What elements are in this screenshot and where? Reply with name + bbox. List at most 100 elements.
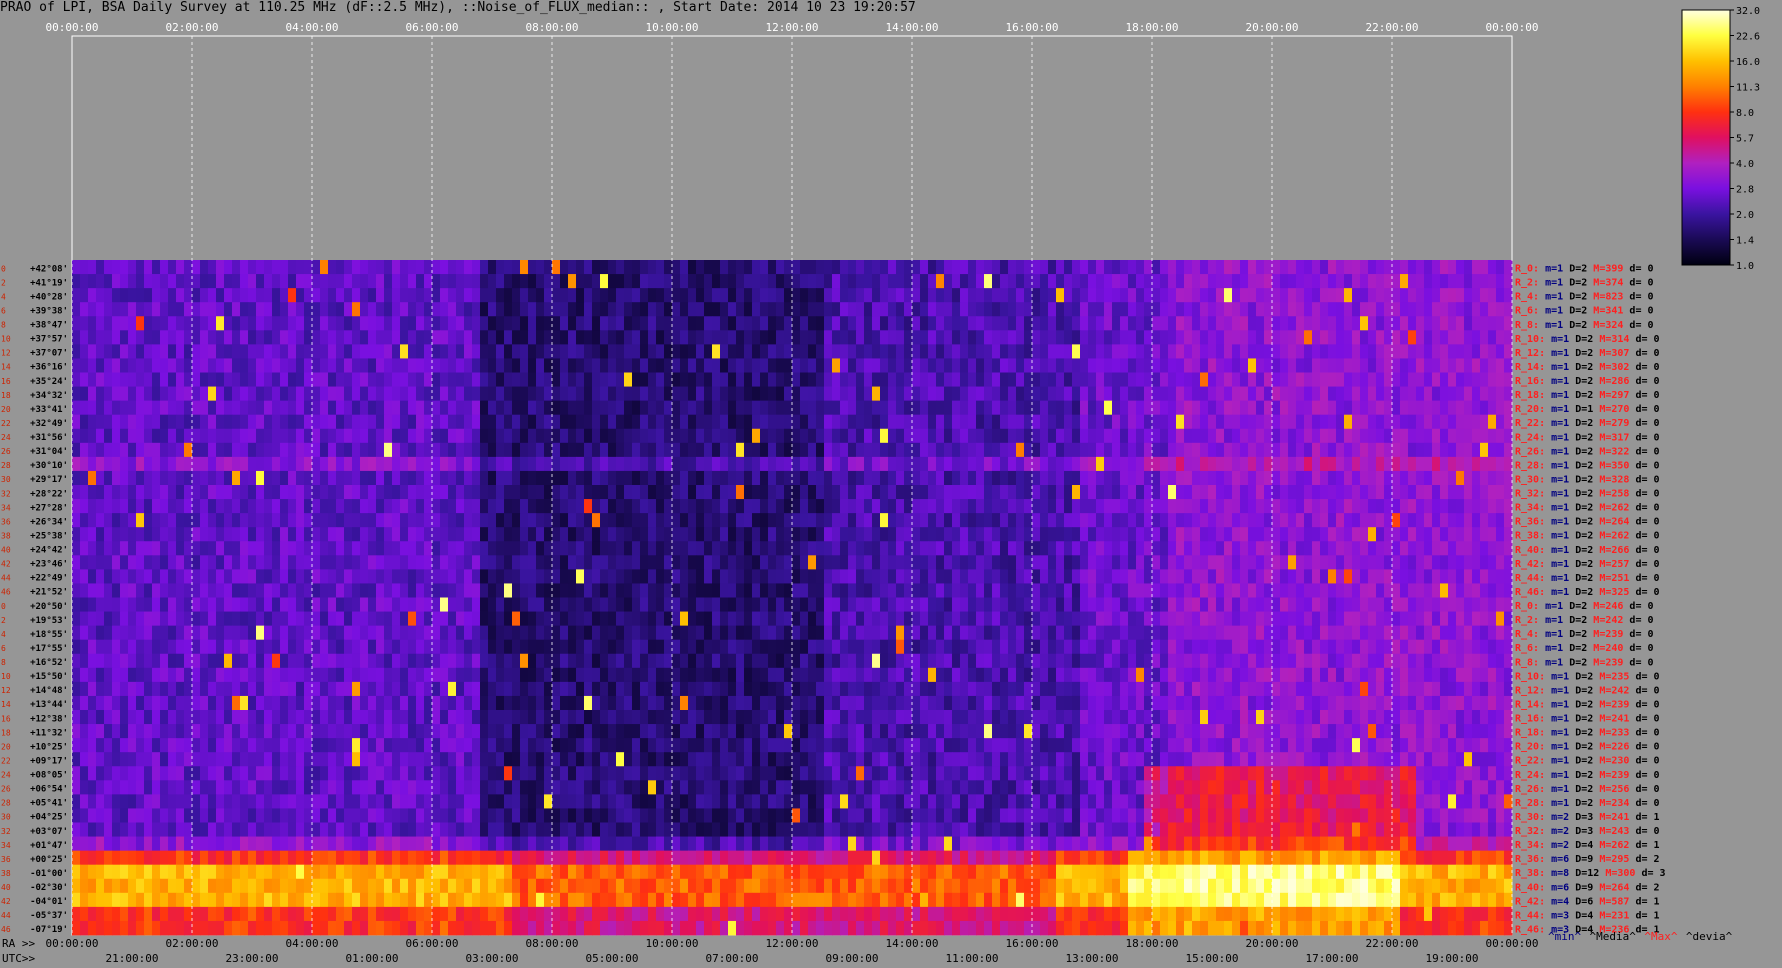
heatmap-cell xyxy=(536,541,545,556)
heatmap-cell xyxy=(1432,611,1441,627)
heatmap-cell xyxy=(1216,513,1225,528)
heatmap-cell xyxy=(1144,358,1153,373)
heatmap-cell xyxy=(736,330,745,345)
heatmap-cell xyxy=(1384,414,1393,430)
heatmap-cell xyxy=(88,428,97,444)
heatmap-cell xyxy=(224,372,233,387)
heatmap-cell xyxy=(1432,513,1441,528)
heatmap-cell xyxy=(184,470,193,486)
heatmap-cell xyxy=(144,428,153,444)
heatmap-cell xyxy=(1304,555,1313,570)
heatmap-cell xyxy=(784,583,793,598)
heatmap-cell xyxy=(648,274,657,289)
heatmap-cell xyxy=(184,302,193,317)
heatmap-cell xyxy=(704,316,713,331)
heatmap-cell xyxy=(1200,597,1209,612)
heatmap-cell xyxy=(584,386,593,402)
heatmap-cell xyxy=(184,260,193,275)
heatmap-cell xyxy=(1248,569,1257,584)
heatmap-cell xyxy=(840,555,849,570)
heatmap-cell xyxy=(1248,541,1257,556)
heatmap-cell xyxy=(864,611,873,627)
heatmap-cell xyxy=(1216,288,1225,303)
heatmap-cell xyxy=(1392,400,1401,416)
heatmap-cell xyxy=(1456,569,1465,584)
heatmap-cell xyxy=(632,470,641,486)
heatmap-cell xyxy=(1240,400,1249,416)
heatmap-cell xyxy=(728,316,737,331)
heatmap-cell xyxy=(1120,442,1129,458)
heatmap-cell xyxy=(168,470,177,486)
heatmap-cell xyxy=(312,288,321,303)
heatmap-cell xyxy=(944,442,953,458)
heatmap-cell xyxy=(920,358,929,373)
heatmap-cell xyxy=(1320,499,1329,514)
heatmap-cell xyxy=(1128,442,1137,458)
heatmap-cell xyxy=(1280,302,1289,317)
heatmap-cell xyxy=(192,611,201,627)
heatmap-cell xyxy=(536,611,545,627)
heatmap-cell xyxy=(72,470,81,486)
heatmap-cell xyxy=(280,456,289,472)
heatmap-cell xyxy=(1096,527,1105,542)
heatmap-cell xyxy=(232,611,241,627)
heatmap-cell xyxy=(488,625,497,641)
heatmap-cell xyxy=(560,597,569,612)
heatmap-cell xyxy=(696,442,705,458)
heatmap-cell xyxy=(568,639,577,655)
heatmap-cell xyxy=(1104,274,1113,289)
heatmap-cell xyxy=(1048,527,1057,542)
heatmap-cell xyxy=(488,428,497,444)
heatmap-cell xyxy=(192,639,201,655)
heatmap-cell xyxy=(248,555,257,570)
heatmap-cell xyxy=(408,569,417,584)
heatmap-cell xyxy=(160,527,169,542)
heatmap-cell xyxy=(1448,274,1457,289)
heatmap-cell xyxy=(992,274,1001,289)
heatmap-cell xyxy=(1328,597,1337,612)
heatmap-cell xyxy=(648,386,657,402)
heatmap-cell xyxy=(680,316,689,331)
heatmap-cell xyxy=(1232,499,1241,514)
heatmap-cell xyxy=(472,583,481,598)
heatmap-cell xyxy=(520,288,529,303)
heatmap-cell xyxy=(1320,541,1329,556)
heatmap-cell xyxy=(176,316,185,331)
heatmap-cell xyxy=(1144,611,1153,627)
heatmap-cell xyxy=(408,597,417,612)
heatmap-cell xyxy=(1496,316,1505,331)
heatmap-cell xyxy=(376,316,385,331)
heatmap-cell xyxy=(120,316,129,331)
heatmap-cell xyxy=(1248,400,1257,416)
heatmap-cell xyxy=(248,513,257,528)
heatmap-cell xyxy=(728,386,737,402)
heatmap-cell xyxy=(1456,260,1465,275)
heatmap-cell xyxy=(664,470,673,486)
heatmap-cell xyxy=(1104,485,1113,500)
heatmap-cell xyxy=(320,288,329,303)
heatmap-cell xyxy=(960,541,969,556)
heatmap-cell xyxy=(1040,288,1049,303)
heatmap-cell xyxy=(624,499,633,514)
heatmap-cell xyxy=(368,555,377,570)
heatmap-cell xyxy=(576,414,585,430)
heatmap-cell xyxy=(1272,288,1281,303)
heatmap-cell xyxy=(872,513,881,528)
heatmap-cell xyxy=(1144,442,1153,458)
heatmap-cell xyxy=(968,470,977,486)
heatmap-cell xyxy=(1504,330,1513,345)
heatmap-cell xyxy=(1488,344,1497,359)
heatmap-cell xyxy=(816,583,825,598)
heatmap-cell xyxy=(1200,541,1209,556)
heatmap-cell xyxy=(1144,499,1153,514)
heatmap-cell xyxy=(848,288,857,303)
heatmap-cell xyxy=(832,499,841,514)
heatmap-cell xyxy=(432,288,441,303)
heatmap-cell xyxy=(160,288,169,303)
heatmap-cell xyxy=(1488,386,1497,402)
heatmap-cell xyxy=(1184,260,1193,275)
heatmap-cell xyxy=(1064,400,1073,416)
heatmap-cell xyxy=(424,302,433,317)
heatmap-cell xyxy=(1384,470,1393,486)
heatmap-cell xyxy=(624,470,633,486)
